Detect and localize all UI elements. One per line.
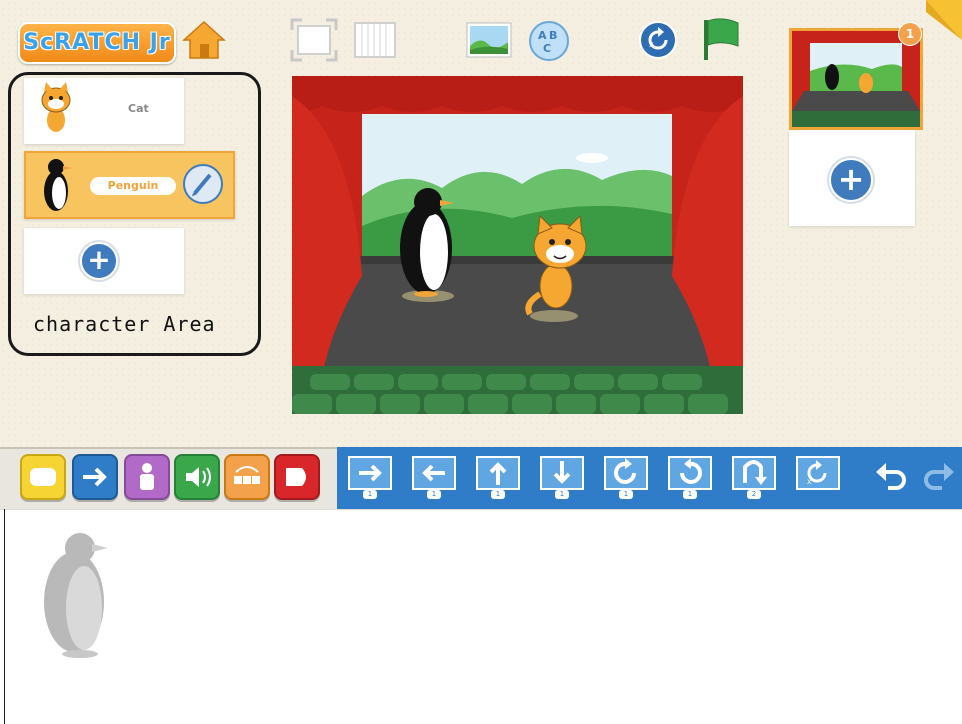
scratchjr-screen: ScRATCH Jr A B C x Cat Penguin + charact… xyxy=(0,0,962,724)
character-card-penguin[interactable]: Penguin xyxy=(24,151,235,219)
move-up-block[interactable]: 1 xyxy=(473,453,523,499)
programming-area[interactable] xyxy=(0,509,962,724)
full-screen-icon[interactable] xyxy=(290,18,338,62)
character-card-cat[interactable]: Cat xyxy=(24,78,184,144)
go-home-block[interactable]: x xyxy=(793,453,843,499)
turn-right-block[interactable]: 1 xyxy=(601,453,651,499)
svg-text:B: B xyxy=(549,29,557,42)
green-flag-icon[interactable] xyxy=(700,16,740,62)
penguin-thumbnail xyxy=(36,157,76,213)
scratchjr-logo[interactable]: ScRATCH Jr xyxy=(18,22,176,64)
block-number[interactable]: 1 xyxy=(427,490,441,499)
svg-text:x: x xyxy=(807,477,812,486)
category-triggering-blocks[interactable] xyxy=(20,454,66,500)
corner-fold-icon[interactable] xyxy=(926,0,962,40)
undo-icon[interactable] xyxy=(874,458,910,494)
add-text-icon[interactable]: A B C xyxy=(528,20,570,62)
character-name-cat: Cat xyxy=(128,102,149,115)
stage-cat-sprite[interactable] xyxy=(524,214,600,324)
category-control-blocks[interactable] xyxy=(224,454,270,500)
block-number[interactable]: 1 xyxy=(555,490,569,499)
character-area-label: character Area xyxy=(33,312,216,336)
reset-characters-icon[interactable]: x xyxy=(638,20,678,60)
page-count-badge: 1 xyxy=(898,22,922,46)
hop-block[interactable]: 2 xyxy=(729,453,779,499)
category-motion-blocks[interactable] xyxy=(72,454,118,500)
move-right-block[interactable]: 1 xyxy=(345,453,395,499)
svg-text:x: x xyxy=(649,40,654,49)
svg-text:C: C xyxy=(543,42,551,55)
block-number[interactable]: 2 xyxy=(747,490,761,499)
stage-penguin-sprite[interactable] xyxy=(388,184,468,304)
add-page-plus-icon[interactable]: + xyxy=(829,158,873,202)
programming-area-penguin-watermark xyxy=(30,530,126,660)
stage[interactable] xyxy=(292,76,743,414)
svg-text:A: A xyxy=(538,29,547,42)
home-icon[interactable] xyxy=(182,20,226,60)
block-number[interactable]: 1 xyxy=(363,490,377,499)
character-name-penguin[interactable]: Penguin xyxy=(90,177,176,195)
category-looks-blocks[interactable] xyxy=(124,454,170,500)
add-character-plus-icon[interactable]: + xyxy=(80,242,118,280)
change-background-icon[interactable] xyxy=(466,22,512,58)
turn-left-block[interactable]: 1 xyxy=(665,453,715,499)
cat-thumbnail xyxy=(36,82,76,138)
grid-icon[interactable] xyxy=(354,22,396,58)
add-character-card[interactable]: + xyxy=(24,228,184,294)
move-left-block[interactable]: 1 xyxy=(409,453,459,499)
block-number[interactable]: 1 xyxy=(619,490,633,499)
add-page-card[interactable]: + xyxy=(789,130,915,226)
frame-left-border xyxy=(4,509,5,724)
move-down-block[interactable]: 1 xyxy=(537,453,587,499)
category-sound-blocks[interactable] xyxy=(174,454,220,500)
redo-icon[interactable] xyxy=(920,458,956,494)
block-number[interactable]: 1 xyxy=(683,490,697,499)
paint-editor-icon[interactable] xyxy=(182,163,224,205)
block-number[interactable]: 1 xyxy=(491,490,505,499)
category-end-blocks[interactable] xyxy=(274,454,320,500)
